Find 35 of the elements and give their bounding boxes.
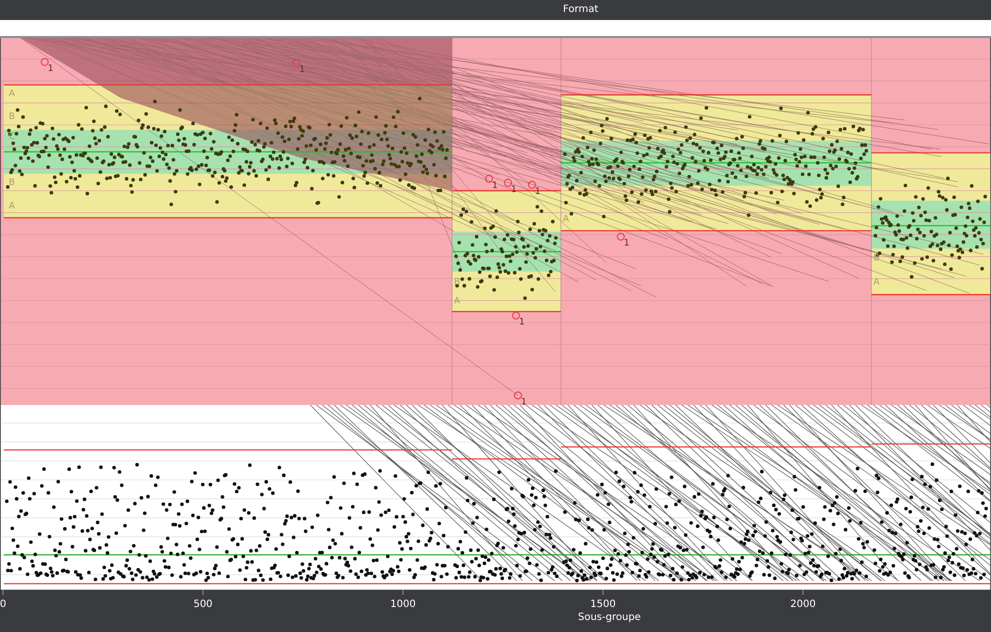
tick-mark [202, 590, 204, 596]
alarm-label: 1 [624, 238, 630, 249]
zone-label: A [873, 278, 880, 288]
alarm-marker-icon [485, 174, 493, 183]
alarm-marker-icon [292, 58, 300, 67]
zone-label: B [8, 178, 15, 188]
zone-label: A [562, 214, 570, 225]
window-title: Format [563, 4, 598, 16]
axis-tick-label: 2000 [790, 599, 816, 610]
alarm-label: 1 [518, 317, 525, 328]
axis-tick-label: 1500 [590, 599, 616, 610]
alarm-marker-icon [40, 58, 49, 66]
alarm-marker-icon [514, 391, 522, 400]
tick-mark [2, 590, 4, 596]
axis-tick-label: 1000 [390, 599, 416, 610]
zone-label: B [8, 112, 15, 122]
alarm-label: 1 [520, 397, 527, 406]
alarm-marker-icon [528, 180, 536, 189]
alarm-label: 1 [492, 180, 498, 191]
alarm-marker-icon [616, 232, 625, 241]
alarm-marker-icon [504, 178, 512, 187]
tick-mark [802, 590, 804, 596]
alarm-label: 1 [48, 64, 54, 74]
axis-title: Sous-groupe [578, 612, 641, 624]
alarm-marker-icon [512, 312, 520, 320]
axis-tick-label: 0 [0, 599, 6, 610]
zone-label: C [8, 132, 16, 142]
zone-label: B [454, 278, 460, 288]
zone-label: A [8, 202, 15, 212]
tick-mark [402, 590, 404, 596]
zone-label: A [454, 296, 460, 307]
alarm-label: 1 [299, 64, 306, 75]
tick-mark [602, 590, 604, 596]
zone-label: A [8, 88, 15, 99]
axis-tick-label: 500 [193, 599, 213, 610]
